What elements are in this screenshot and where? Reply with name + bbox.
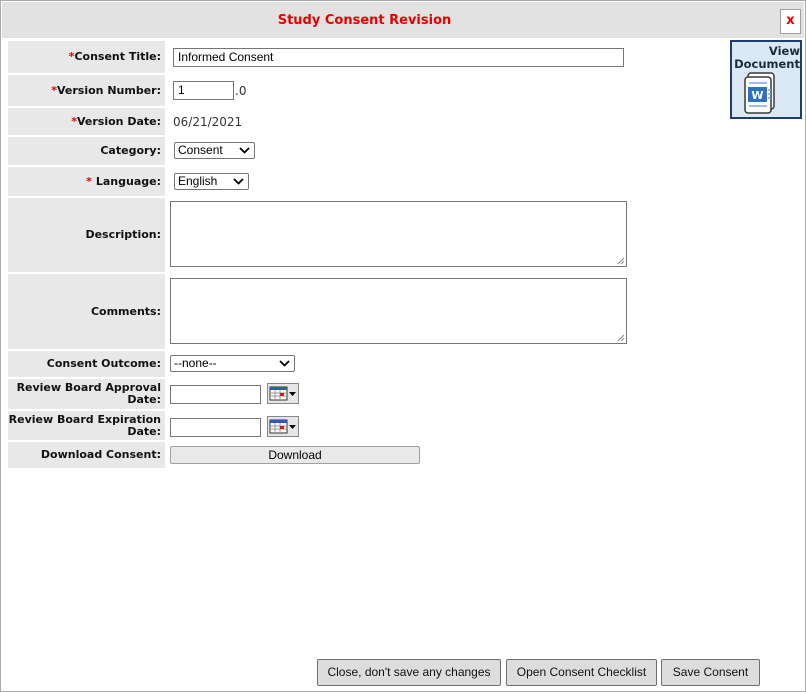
version-date-label: * Version Date:	[8, 108, 165, 135]
download-row: Download Consent: Download	[8, 442, 802, 468]
download-button[interactable]: Download	[170, 446, 420, 464]
expiration-date-row: Review Board Expiration Date:	[8, 411, 802, 440]
chevron-down-icon	[233, 178, 244, 185]
language-select[interactable]: English	[174, 173, 249, 190]
category-select[interactable]: Consent	[174, 142, 255, 159]
approval-date-input[interactable]	[170, 385, 261, 404]
expiration-date-calendar-button[interactable]	[267, 416, 299, 437]
version-number-input[interactable]: 1	[173, 81, 234, 100]
comments-row: Comments:	[8, 274, 802, 349]
consent-title-row: * Consent Title: Informed Consent	[8, 41, 802, 73]
download-label: Download Consent:	[8, 442, 165, 468]
save-consent-button[interactable]: Save Consent	[661, 659, 760, 686]
version-date-row: * Version Date: 06/21/2021	[8, 108, 802, 135]
description-textarea[interactable]	[170, 201, 627, 267]
approval-date-calendar-button[interactable]	[267, 383, 299, 404]
category-row: Category: Consent	[8, 137, 802, 165]
consent-outcome-row: Consent Outcome: --none--	[8, 351, 802, 377]
consent-title-label: * Consent Title:	[8, 41, 165, 73]
expiration-date-label: Review Board Expiration Date:	[8, 411, 165, 440]
dialog-title: Study Consent Revision	[277, 13, 452, 28]
calendar-icon	[269, 419, 296, 434]
close-without-saving-button[interactable]: Close, don't save any changes	[317, 659, 501, 686]
category-label: Category:	[8, 137, 165, 165]
dialog-titlebar: Study Consent Revision	[2, 2, 804, 38]
version-number-row: * Version Number: 1 .0	[8, 75, 802, 106]
version-number-label: * Version Number:	[8, 75, 165, 106]
description-row: Description:	[8, 198, 802, 272]
calendar-icon	[269, 386, 296, 401]
approval-date-row: Review Board Approval Date:	[8, 379, 802, 409]
comments-label: Comments:	[8, 274, 165, 349]
version-date-value: 06/21/2021	[173, 115, 243, 129]
resize-grip-icon[interactable]	[616, 333, 625, 342]
expiration-date-input[interactable]	[170, 418, 261, 437]
approval-date-label: Review Board Approval Date:	[8, 379, 165, 409]
description-label: Description:	[8, 198, 165, 272]
chevron-down-icon	[279, 360, 290, 367]
version-number-suffix: .0	[235, 84, 247, 98]
resize-grip-icon[interactable]	[616, 256, 625, 265]
consent-outcome-select[interactable]: --none--	[170, 355, 295, 372]
chevron-down-icon	[239, 147, 250, 154]
consent-title-input[interactable]: Informed Consent	[173, 48, 624, 67]
consent-revision-dialog: Study Consent Revision x View Document W…	[0, 0, 806, 692]
close-button[interactable]: x	[780, 9, 801, 34]
consent-outcome-label: Consent Outcome:	[8, 351, 165, 377]
comments-textarea[interactable]	[170, 278, 627, 344]
language-row: * Language: English	[8, 167, 802, 196]
open-consent-checklist-button[interactable]: Open Consent Checklist	[506, 659, 657, 686]
language-label: * Language:	[8, 167, 165, 196]
required-mark: *	[86, 174, 92, 188]
